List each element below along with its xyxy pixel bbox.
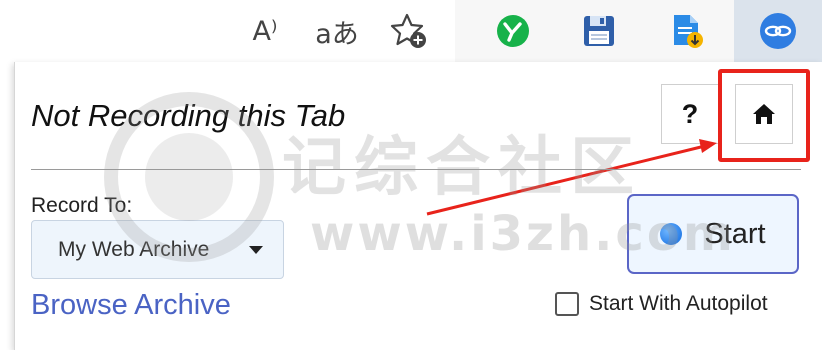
annotation-highlight-box [718, 69, 810, 162]
browse-archive-link[interactable]: Browse Archive [31, 289, 231, 322]
translate-button[interactable]: aあ [308, 0, 366, 62]
floppy-save-icon [584, 16, 614, 46]
record-to-label: Record To: [31, 194, 133, 217]
browser-toolbar: A⁾ aあ [0, 0, 822, 62]
green-y-extension-button[interactable] [484, 0, 542, 62]
webrecorder-popup: Not Recording this Tab ? Record To: My W… [14, 62, 822, 350]
green-y-extension-icon [497, 15, 529, 47]
help-label: ? [681, 98, 699, 129]
help-button[interactable]: ? [661, 84, 719, 144]
header-divider [31, 169, 801, 170]
start-recording-button[interactable]: Start [627, 194, 799, 274]
record-dot-icon [660, 223, 683, 245]
start-label: Start [704, 217, 766, 250]
webrecorder-extension-button[interactable] [734, 0, 822, 62]
archive-selected-value: My Web Archive [58, 237, 210, 261]
document-download-extension-button[interactable] [656, 0, 718, 62]
read-aloud-button[interactable]: A⁾ [236, 0, 294, 62]
translate-icon: aあ [315, 18, 359, 50]
favorite-add-icon [390, 13, 426, 48]
read-aloud-icon: A⁾ [252, 15, 278, 47]
archive-dropdown[interactable]: My Web Archive [31, 220, 284, 279]
autopilot-checkbox[interactable] [555, 292, 579, 316]
recording-status-title: Not Recording this Tab [31, 98, 346, 133]
document-download-icon [674, 15, 703, 48]
autopilot-option[interactable]: Start With Autopilot [555, 292, 768, 316]
chevron-down-icon [249, 246, 263, 254]
add-favorite-button[interactable] [378, 0, 440, 62]
webrecorder-chain-icon [760, 13, 796, 49]
save-extension-button[interactable] [570, 0, 628, 62]
autopilot-label: Start With Autopilot [589, 292, 768, 315]
